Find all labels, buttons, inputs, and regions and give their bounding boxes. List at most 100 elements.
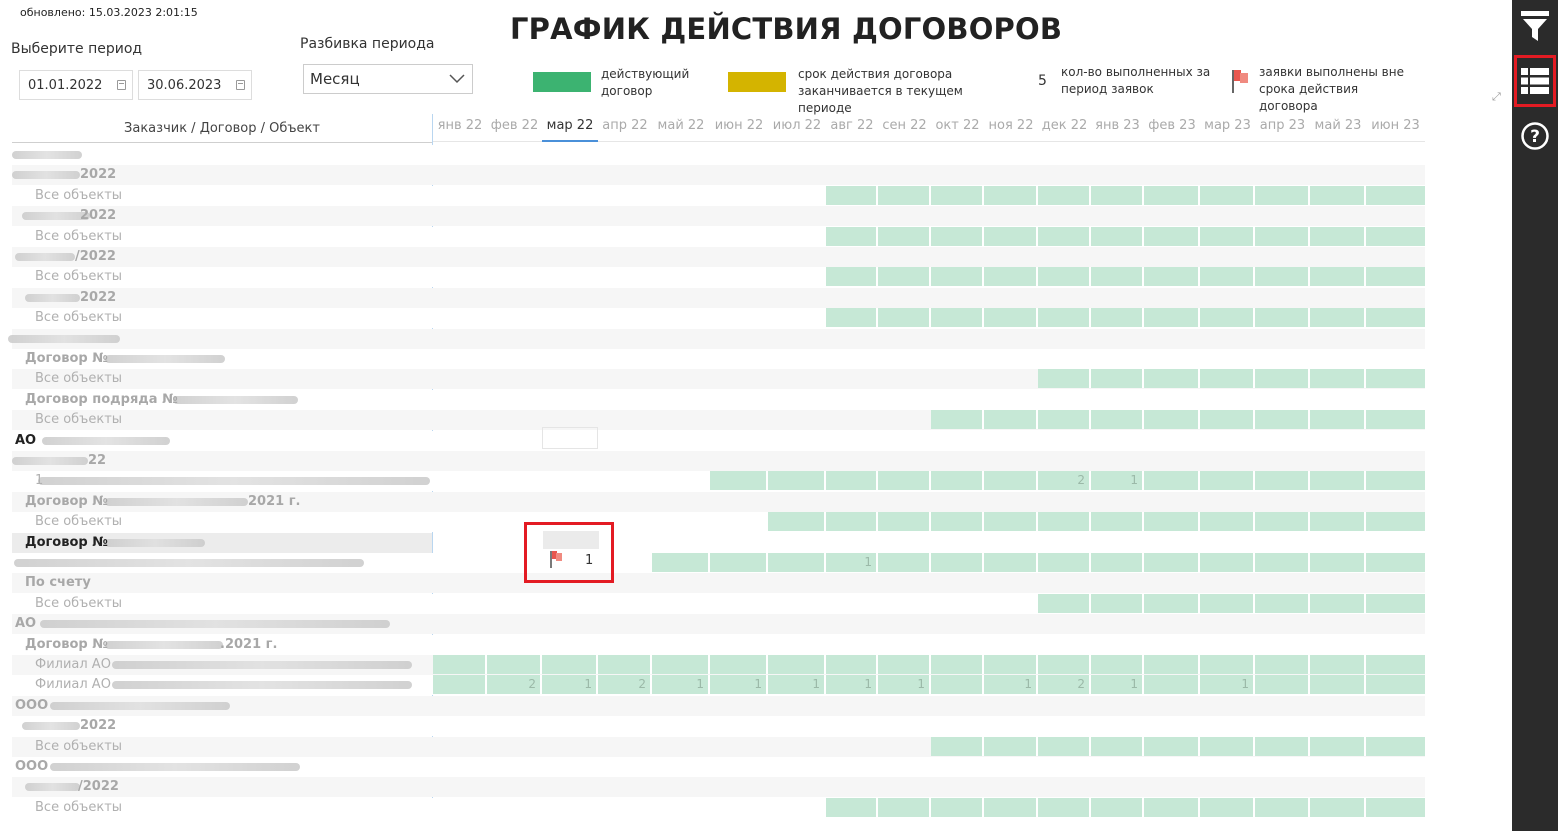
active-period-cell[interactable] — [1366, 655, 1425, 674]
active-period-cell[interactable] — [1310, 227, 1366, 246]
active-period-cell[interactable] — [1310, 594, 1366, 613]
active-period-cell[interactable] — [878, 471, 931, 490]
active-period-cell[interactable]: 2 — [1038, 675, 1091, 694]
active-period-cell[interactable] — [931, 798, 984, 817]
active-period-cell[interactable] — [1144, 512, 1200, 531]
active-period-cell[interactable] — [1255, 267, 1310, 286]
active-period-cell[interactable] — [1200, 227, 1255, 246]
row-label[interactable]: /2022 — [75, 247, 116, 267]
active-period-cell[interactable] — [1144, 308, 1200, 327]
row-label[interactable]: 1 — [35, 471, 43, 491]
active-period-cell[interactable] — [984, 512, 1038, 531]
help-button[interactable]: ? — [1512, 114, 1558, 158]
active-period-cell[interactable] — [1310, 267, 1366, 286]
active-period-cell[interactable] — [768, 471, 826, 490]
table-row[interactable] — [12, 573, 1425, 593]
active-period-cell[interactable] — [768, 655, 826, 674]
active-period-cell[interactable] — [1091, 369, 1144, 388]
active-period-cell[interactable] — [1200, 594, 1255, 613]
row-label[interactable]: Все объекты — [35, 308, 122, 328]
table-row[interactable] — [12, 329, 1425, 349]
active-period-cell[interactable] — [1366, 553, 1425, 572]
row-label[interactable]: АО — [15, 431, 36, 451]
active-period-cell[interactable] — [1366, 594, 1425, 613]
column-header[interactable]: Заказчик / Договор / Объект — [12, 114, 432, 143]
active-period-cell[interactable]: 1 — [1200, 675, 1255, 694]
row-label[interactable]: АО — [15, 614, 36, 634]
active-period-cell[interactable] — [1310, 186, 1366, 205]
active-period-cell[interactable] — [1144, 553, 1200, 572]
active-period-cell[interactable] — [878, 308, 931, 327]
active-period-cell[interactable] — [931, 186, 984, 205]
active-period-cell[interactable]: 1 — [1091, 675, 1144, 694]
active-period-cell[interactable]: 1 — [710, 675, 768, 694]
active-period-cell[interactable] — [984, 186, 1038, 205]
table-view-button[interactable] — [1514, 55, 1556, 107]
active-period-cell[interactable] — [1091, 594, 1144, 613]
table-row[interactable] — [12, 247, 1425, 267]
active-period-cell[interactable] — [768, 553, 826, 572]
active-period-cell[interactable] — [1255, 369, 1310, 388]
active-period-cell[interactable] — [1310, 737, 1366, 756]
active-period-cell[interactable] — [984, 227, 1038, 246]
active-period-cell[interactable] — [1366, 369, 1425, 388]
table-row[interactable] — [12, 206, 1425, 226]
date-to-input[interactable]: 30.06.2023 — [138, 70, 252, 100]
active-period-cell[interactable] — [1255, 410, 1310, 429]
active-period-cell[interactable] — [1310, 553, 1366, 572]
active-period-cell[interactable] — [598, 655, 652, 674]
active-period-cell[interactable] — [1091, 227, 1144, 246]
active-period-cell[interactable]: 1 — [826, 675, 878, 694]
active-period-cell[interactable] — [878, 798, 931, 817]
active-period-cell[interactable] — [826, 471, 878, 490]
table-row[interactable] — [12, 777, 1425, 797]
active-period-cell[interactable] — [984, 267, 1038, 286]
active-period-cell[interactable] — [1144, 737, 1200, 756]
active-period-cell[interactable] — [1366, 737, 1425, 756]
active-period-cell[interactable] — [826, 512, 878, 531]
active-period-cell[interactable] — [931, 308, 984, 327]
active-period-cell[interactable] — [1366, 410, 1425, 429]
active-period-cell[interactable] — [931, 553, 984, 572]
active-period-cell[interactable]: 2 — [598, 675, 652, 694]
row-label[interactable]: Филиал АО — [35, 655, 111, 675]
active-period-cell[interactable] — [1366, 675, 1425, 694]
active-period-cell[interactable] — [878, 655, 931, 674]
active-period-cell[interactable] — [1038, 369, 1091, 388]
active-period-cell[interactable] — [1310, 410, 1366, 429]
active-period-cell[interactable] — [710, 655, 768, 674]
active-period-cell[interactable] — [1200, 655, 1255, 674]
active-period-cell[interactable]: 1 — [878, 675, 931, 694]
active-period-cell[interactable] — [826, 798, 878, 817]
active-period-cell[interactable] — [931, 410, 984, 429]
active-period-cell[interactable] — [652, 553, 710, 572]
row-label[interactable]: Все объекты — [35, 369, 122, 389]
active-period-cell[interactable]: 1 — [826, 553, 878, 572]
active-period-cell[interactable] — [1200, 186, 1255, 205]
active-period-cell[interactable] — [984, 553, 1038, 572]
active-period-cell[interactable] — [1038, 410, 1091, 429]
active-period-cell[interactable] — [1366, 308, 1425, 327]
active-period-cell[interactable] — [931, 267, 984, 286]
active-period-cell[interactable] — [1255, 308, 1310, 327]
active-period-cell[interactable] — [826, 655, 878, 674]
row-label[interactable]: Все объекты — [35, 267, 122, 287]
row-label[interactable]: /2022 — [78, 777, 119, 797]
active-period-cell[interactable] — [710, 471, 768, 490]
row-label[interactable]: Все объекты — [35, 512, 122, 532]
active-period-cell[interactable] — [1255, 512, 1310, 531]
active-period-cell[interactable] — [1310, 512, 1366, 531]
active-period-cell[interactable] — [1255, 553, 1310, 572]
row-label[interactable]: Договор № — [25, 533, 108, 553]
active-period-cell[interactable] — [1038, 267, 1091, 286]
active-period-cell[interactable] — [1091, 186, 1144, 205]
active-period-cell[interactable] — [433, 655, 487, 674]
row-label[interactable]: По счету — [25, 573, 91, 593]
active-period-cell[interactable] — [1038, 553, 1091, 572]
active-period-cell[interactable] — [1091, 308, 1144, 327]
active-period-cell[interactable] — [984, 737, 1038, 756]
active-period-cell[interactable] — [487, 655, 542, 674]
active-period-cell[interactable] — [1366, 227, 1425, 246]
active-period-cell[interactable] — [1038, 798, 1091, 817]
active-period-cell[interactable] — [931, 227, 984, 246]
